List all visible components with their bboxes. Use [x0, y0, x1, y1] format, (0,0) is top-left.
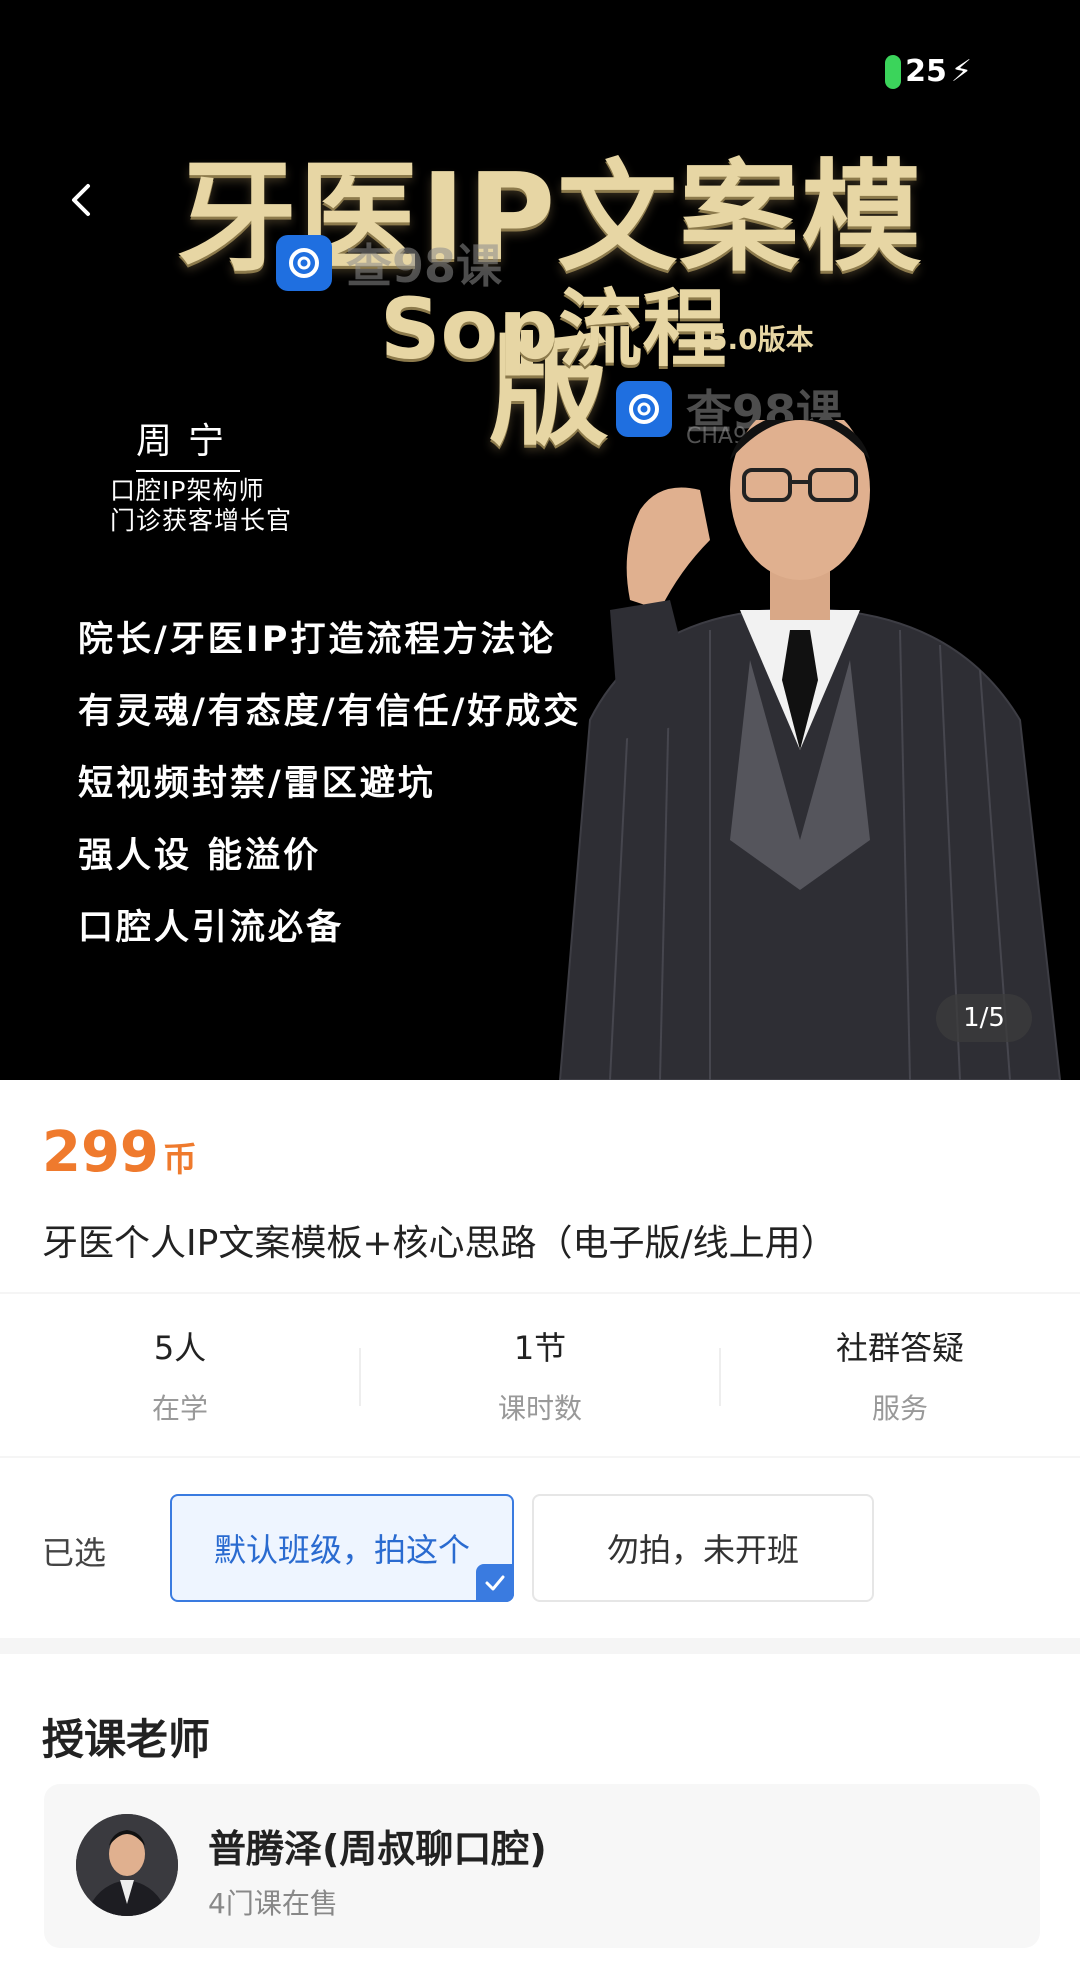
- selling-points: 院长/牙医IP打造流程方法论 有灵魂/有态度/有信任/好成交 短视频封禁/雷区避…: [78, 604, 581, 964]
- teacher-card[interactable]: 普腾泽(周叔聊口腔) 4门课在售: [44, 1784, 1040, 1948]
- author-role: 口腔IP架构师: [110, 476, 265, 505]
- teacher-section: 授课老师 普腾泽(周叔聊口腔) 4门课在售: [0, 1654, 1080, 1986]
- price-value: 299: [42, 1120, 159, 1185]
- author-role: 门诊获客增长官: [110, 506, 293, 535]
- course-stats: 5人 在学 1节 课时数 社群答疑 服务: [0, 1294, 1080, 1456]
- selling-point: 院长/牙医IP打造流程方法论: [78, 620, 557, 660]
- watermark: 查98课: [276, 230, 502, 296]
- selling-point: 强人设 能溢价: [78, 836, 322, 876]
- avatar: [76, 1814, 178, 1916]
- stat-value: 1节: [513, 1329, 567, 1367]
- teacher-course-count: 4门课在售: [208, 1887, 338, 1920]
- section-title: 授课老师: [42, 1715, 211, 1764]
- selling-point: 口腔人引流必备: [78, 908, 345, 948]
- class-option-not-open[interactable]: 勿拍，未开班: [532, 1494, 874, 1602]
- selling-point: 短视频封禁/雷区避坑: [78, 764, 436, 804]
- author-portrait: [558, 420, 1062, 1080]
- stat-divider: [359, 1348, 361, 1406]
- watermark-logo-icon: [276, 235, 332, 291]
- carousel-pager: 1/5: [936, 994, 1032, 1042]
- battery-icon: [885, 54, 902, 89]
- class-option-label: 勿拍，未开班: [606, 1531, 799, 1569]
- stat-lessons: 1节 课时数: [360, 1294, 720, 1456]
- watermark-text: 查98课: [346, 239, 503, 293]
- battery-indicator: 25 ⚡: [885, 54, 972, 89]
- charging-icon: ⚡: [950, 54, 972, 89]
- selling-point: 有灵魂/有态度/有信任/好成交: [78, 692, 582, 732]
- stat-learners: 5人 在学: [0, 1294, 360, 1456]
- author-name: 周宁: [136, 412, 241, 472]
- stat-value: 社群答疑: [835, 1329, 964, 1367]
- class-selector: 已选 默认班级，拍这个 勿拍，未开班: [0, 1458, 1080, 1638]
- stat-divider: [719, 1348, 721, 1406]
- class-option-label: 默认班级，拍这个: [213, 1531, 470, 1569]
- class-option-default[interactable]: 默认班级，拍这个: [170, 1494, 514, 1602]
- teacher-name: 普腾泽(周叔聊口腔): [208, 1827, 547, 1871]
- battery-level: 25: [905, 54, 947, 89]
- selected-label: 已选: [42, 1534, 107, 1572]
- stat-service: 社群答疑 服务: [720, 1294, 1080, 1456]
- check-icon: [476, 1564, 514, 1602]
- price-currency: 币: [162, 1140, 197, 1180]
- product-image-carousel[interactable]: 25 ⚡ 牙医IP文案模版 Sop流程 5.0版本 查98课 查98课 CHA9…: [0, 0, 1080, 1080]
- stat-label: 在学: [151, 1392, 208, 1425]
- author-roles: 口腔IP架构师 门诊获客增长官: [110, 476, 292, 536]
- back-icon[interactable]: [62, 180, 102, 220]
- stat-label: 课时数: [497, 1392, 582, 1425]
- stat-value: 5人: [153, 1329, 207, 1367]
- price: 299 币: [42, 1120, 197, 1185]
- banner-version: 5.0版本: [708, 323, 814, 356]
- stat-label: 服务: [871, 1392, 928, 1425]
- course-title: 牙医个人IP文案模板+核心思路（电子版/线上用）: [42, 1223, 837, 1264]
- product-info: 299 币 牙医个人IP文案模板+核心思路（电子版/线上用）: [0, 1080, 1080, 1292]
